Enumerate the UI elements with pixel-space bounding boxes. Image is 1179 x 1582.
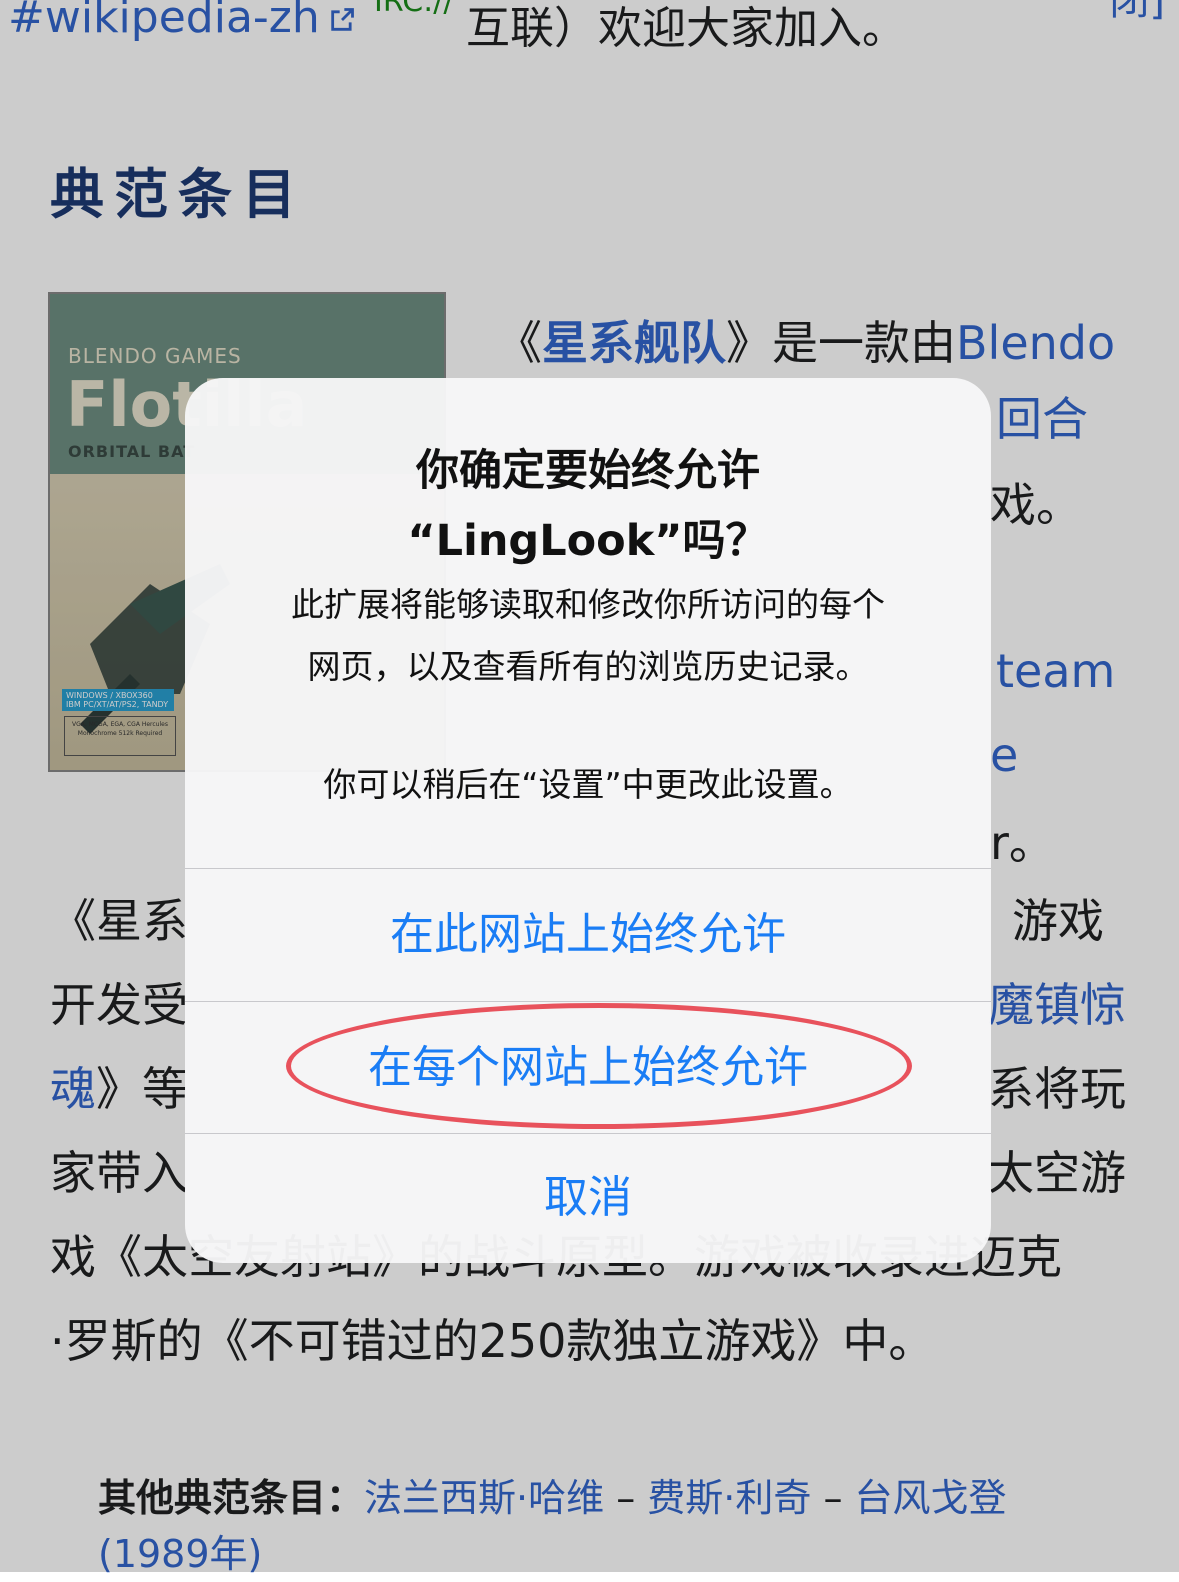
cancel-button[interactable]: 取消: [185, 1134, 991, 1262]
alert-settings-note: 你可以稍后在“设置”中更改此设置。: [323, 765, 853, 804]
allow-this-site-button[interactable]: 在此网站上始终允许: [185, 869, 991, 1001]
alert-message: 此扩展将能够读取和修改你所访问的每个 网页，以及查看所有的浏览历史记录。: [225, 574, 951, 698]
permission-alert: 你确定要始终允许 “LingLook”吗？ 此扩展将能够读取和修改你所访问的每个…: [185, 378, 991, 1263]
alert-title-line2: “LingLook”吗？: [407, 516, 769, 566]
alert-message-line2: 网页，以及查看所有的浏览历史记录。: [307, 647, 869, 686]
alert-message-line1: 此扩展将能够读取和修改你所访问的每个: [291, 585, 885, 624]
alert-title: 你确定要始终允许 “LingLook”吗？: [225, 436, 951, 576]
highlight-ellipse: [286, 1003, 912, 1129]
alert-title-line1: 你确定要始终允许: [416, 446, 760, 496]
